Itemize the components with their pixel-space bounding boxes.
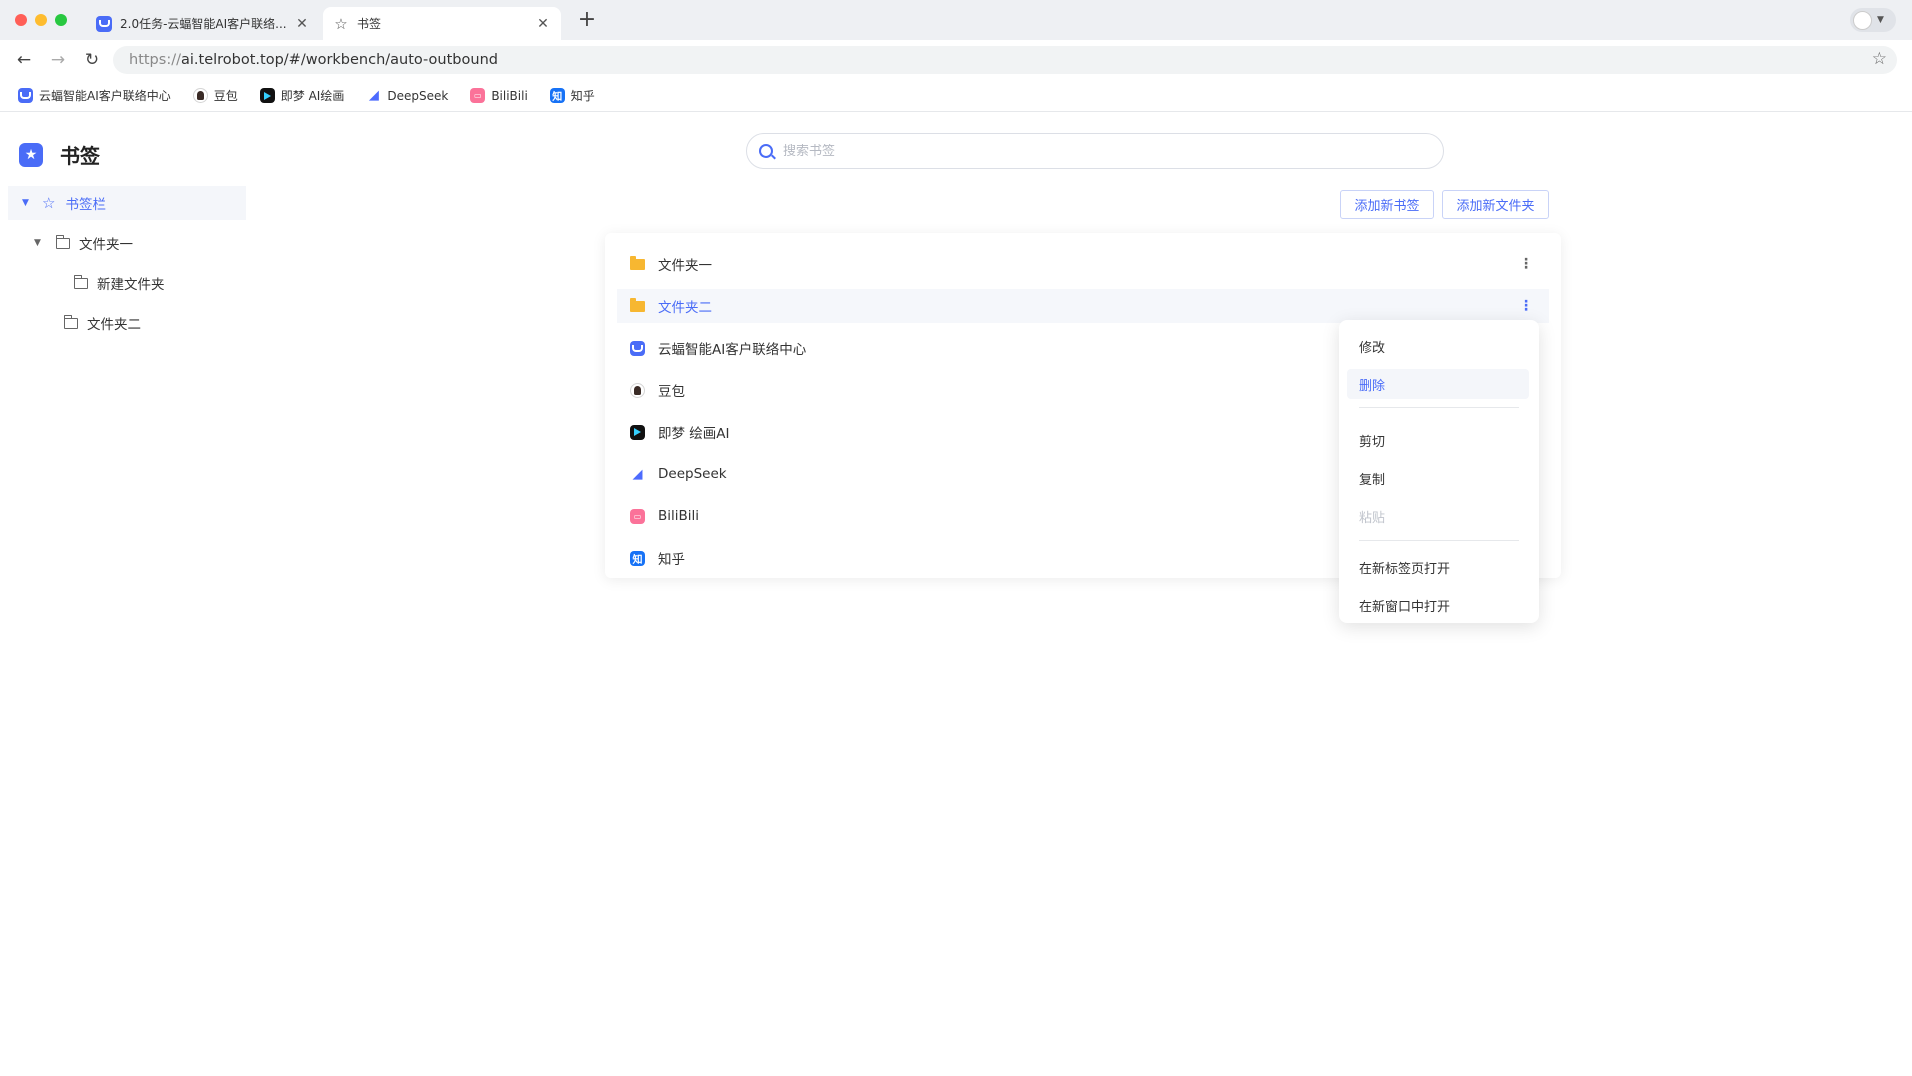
folder-icon	[630, 297, 645, 312]
menu-item-cut[interactable]: 剪切	[1347, 425, 1529, 455]
tree-item-label: 文件夹一	[79, 237, 133, 253]
back-arrow-icon[interactable]: ←	[13, 49, 35, 71]
tree-item-label: 文件夹二	[87, 317, 141, 333]
bookmarks-bar-item[interactable]: 即梦 AI绘画	[259, 87, 345, 104]
jimeng-icon	[630, 424, 645, 440]
tree-item-folder-two[interactable]: 文件夹二	[8, 306, 246, 340]
tree-item-label: 书签栏	[65, 197, 106, 213]
tab-title: 2.0任务-云蝠智能AI客户联络...	[120, 17, 287, 31]
list-item[interactable]: 文件夹一 ⋮	[617, 247, 1549, 281]
context-menu: 修改 删除 剪切 复制 粘贴 在新标签页打开 在新窗口中打开	[1339, 320, 1539, 623]
doubao-icon	[192, 88, 208, 103]
bilibili-icon: ▭	[630, 508, 645, 524]
zhihu-icon: 知	[630, 550, 645, 566]
menu-divider	[1359, 407, 1519, 408]
bookmarks-bar-item[interactable]: ◢ DeepSeek	[366, 88, 448, 103]
bookmarks-bar-item[interactable]: 知 知乎	[549, 87, 595, 104]
caret-down-icon[interactable]: ▼	[34, 238, 44, 248]
menu-divider	[1359, 540, 1519, 541]
caret-down-icon[interactable]: ▼	[22, 198, 32, 208]
deepseek-icon: ◢	[632, 466, 643, 482]
tab-close-icon[interactable]: ✕	[294, 16, 310, 32]
add-folder-button[interactable]: 添加新文件夹	[1442, 190, 1549, 219]
deepseek-icon: ◢	[368, 88, 379, 103]
zhihu-icon: 知	[549, 88, 565, 103]
yunfu-icon	[96, 15, 112, 32]
bookmark-label: 云蝠智能AI客户联络中心	[39, 89, 171, 103]
list-item-label: DeepSeek	[658, 466, 727, 482]
star-icon: ☆	[334, 14, 348, 33]
bookmarks-bar-item[interactable]: 云蝠智能AI客户联络中心	[18, 87, 171, 104]
bookmark-star-icon[interactable]: ☆	[1872, 49, 1887, 69]
list-item-label: BiliBili	[658, 508, 700, 524]
list-item-label: 豆包	[658, 384, 685, 400]
sidebar-header: ★ 书签	[19, 140, 100, 169]
bookmarks-bar-item[interactable]: ▭ BiliBili	[470, 88, 528, 103]
bilibili-icon: ▭	[470, 88, 486, 103]
more-vertical-icon[interactable]: ⋮	[1519, 298, 1533, 314]
list-item-label: 即梦 绘画AI	[658, 426, 730, 442]
new-tab-button[interactable]: +	[576, 9, 598, 32]
tree-item-folder-one[interactable]: ▼ 文件夹一	[8, 226, 246, 260]
folder-icon	[73, 274, 88, 289]
tab-bookmarks[interactable]: ☆ 书签 ✕	[323, 7, 561, 40]
search-icon	[759, 144, 773, 158]
page-title: 书签	[60, 144, 100, 168]
yunfu-icon	[18, 88, 33, 103]
tab-close-icon[interactable]: ✕	[535, 16, 551, 32]
forward-arrow-icon[interactable]: →	[47, 49, 69, 71]
profile-button[interactable]: ▼	[1850, 8, 1896, 32]
star-icon: ☆	[42, 194, 56, 212]
address-bar[interactable]: https:// ai.telrobot.top/#/workbench/aut…	[113, 46, 1897, 74]
yunfu-icon	[630, 340, 645, 356]
folder-icon	[63, 314, 78, 329]
doubao-icon	[630, 382, 645, 398]
bookmark-label: 知乎	[570, 89, 595, 103]
tab-task[interactable]: 2.0任务-云蝠智能AI客户联络... ✕	[86, 7, 320, 40]
list-item-label: 文件夹二	[658, 300, 712, 316]
list-item-label: 知乎	[658, 552, 685, 568]
list-item[interactable]: 文件夹二 ⋮	[617, 289, 1549, 323]
reload-icon[interactable]: ↻	[81, 49, 103, 71]
more-vertical-icon[interactable]: ⋮	[1519, 256, 1533, 272]
tree-item-bookmarks-bar[interactable]: ▼ ☆ 书签栏	[8, 186, 246, 220]
tab-title: 书签	[357, 17, 382, 31]
window-minimize-button[interactable]	[35, 14, 47, 26]
star-icon: ★	[19, 142, 43, 167]
bookmark-label: 即梦 AI绘画	[280, 89, 345, 103]
avatar	[1853, 10, 1872, 30]
bookmark-label: 豆包	[213, 89, 238, 103]
menu-item-delete[interactable]: 删除	[1347, 369, 1529, 399]
menu-item-edit[interactable]: 修改	[1347, 331, 1529, 361]
bookmarks-bar-item[interactable]: 豆包	[192, 87, 238, 104]
folder-icon	[630, 255, 645, 270]
add-bookmark-button[interactable]: 添加新书签	[1340, 190, 1434, 219]
menu-item-open-new-window[interactable]: 在新窗口中打开	[1347, 590, 1529, 620]
chevron-down-icon: ▼	[1877, 15, 1884, 25]
bookmark-label: DeepSeek	[387, 88, 449, 103]
search-field[interactable]	[746, 133, 1444, 169]
menu-item-open-new-tab[interactable]: 在新标签页打开	[1347, 552, 1529, 582]
tree-item-label: 新建文件夹	[97, 277, 165, 293]
menu-item-paste: 粘贴	[1359, 510, 1386, 526]
list-item-label: 文件夹一	[658, 258, 712, 274]
search-input[interactable]	[783, 143, 1383, 159]
bookmarks-bar: 云蝠智能AI客户联络中心 豆包 即梦 AI绘画 ◢ DeepSeek ▭ Bil…	[0, 80, 1912, 112]
window-maximize-button[interactable]	[55, 14, 67, 26]
bookmark-manager: ★ 书签 ▼ ☆ 书签栏 ▼ 文件夹一 新建文件夹 文件夹二 添加新书签 添加新…	[0, 113, 1912, 1076]
url-text: ai.telrobot.top/#/workbench/auto-outboun…	[180, 52, 498, 68]
tree-item-new-folder[interactable]: 新建文件夹	[8, 266, 246, 300]
menu-item-copy[interactable]: 复制	[1347, 463, 1529, 493]
browser-tab-strip: 2.0任务-云蝠智能AI客户联络... ✕ ☆ 书签 ✕ + ▼	[0, 0, 1912, 40]
folder-icon	[55, 234, 70, 249]
list-item-label: 云蝠智能AI客户联络中心	[658, 342, 807, 358]
window-close-button[interactable]	[15, 14, 27, 26]
bookmark-label: BiliBili	[491, 88, 528, 103]
jimeng-icon	[259, 88, 275, 103]
browser-toolbar: ← → ↻ https:// ai.telrobot.top/#/workben…	[0, 40, 1912, 80]
url-scheme: https://	[129, 52, 181, 68]
